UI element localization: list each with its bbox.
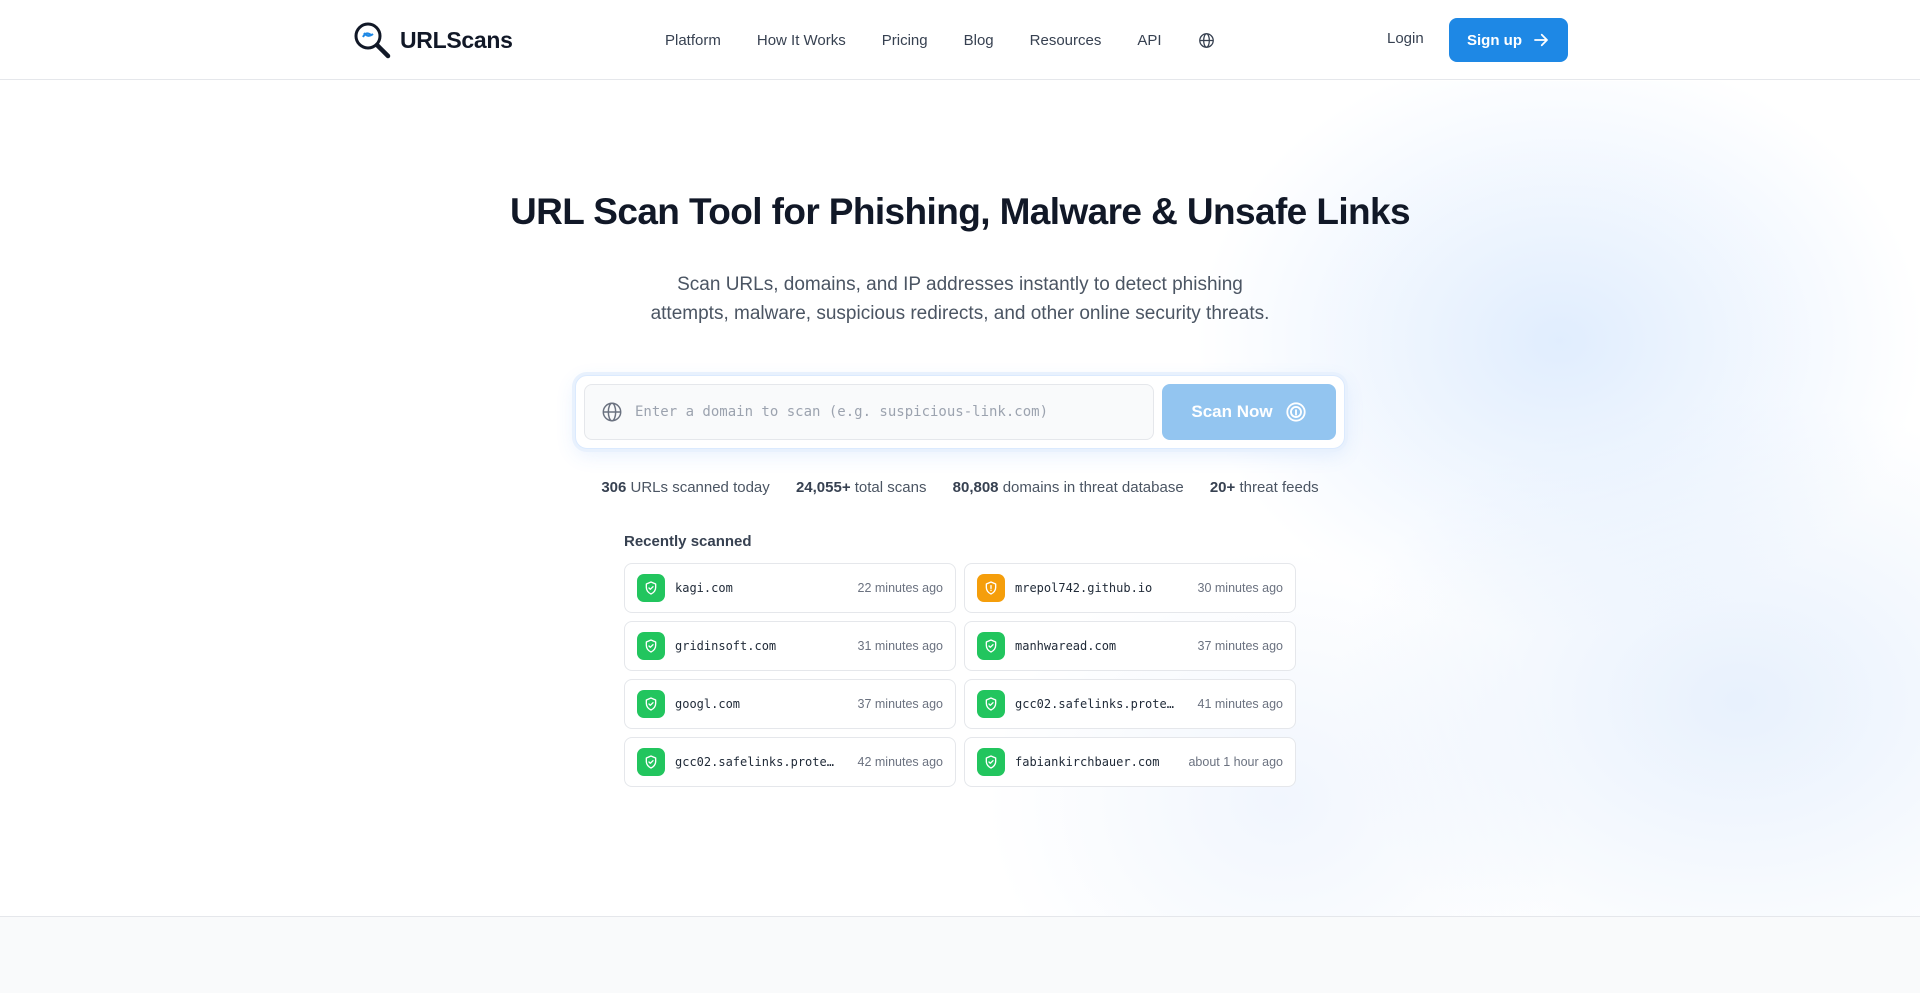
recent-scan-item[interactable]: gcc02.safelinks.protection.outlook.com 41… (964, 679, 1296, 729)
hero-section: URL Scan Tool for Phishing, Malware & Un… (0, 81, 1920, 916)
stat-threat-feeds: 20+ threat feeds (1209, 479, 1319, 496)
subtitle-line-2: attempts, malware, suspicious redirects,… (650, 303, 1270, 324)
signup-button[interactable]: Sign up (1449, 18, 1568, 62)
recent-scan-item[interactable]: googl.com 37 minutes ago (624, 679, 956, 729)
scan-time: 31 minutes ago (857, 639, 943, 653)
recent-scan-item[interactable]: manhwaread.com 37 minutes ago (964, 621, 1296, 671)
safe-shield-icon (637, 574, 665, 602)
stat-scanned-today: 306 URLs scanned today (601, 479, 770, 496)
hero-subtitle: Scan URLs, domains, and IP addresses ins… (560, 270, 1360, 328)
scanned-domain: gcc02.safelinks.protection.outlook.com (675, 755, 840, 769)
safe-shield-icon (977, 690, 1005, 718)
scan-form: Scan Now (575, 375, 1345, 449)
stat-threat-database: 80,808 domains in threat database (952, 479, 1184, 496)
login-link[interactable]: Login (1387, 30, 1424, 47)
scan-time: 42 minutes ago (857, 755, 943, 769)
safe-shield-icon (977, 748, 1005, 776)
fingerprint-icon (1286, 402, 1306, 422)
scan-now-button[interactable]: Scan Now (1162, 384, 1336, 440)
scan-time: 22 minutes ago (857, 581, 943, 595)
recent-scan-item[interactable]: gcc02.safelinks.protection.outlook.com 42… (624, 737, 956, 787)
nav-api[interactable]: API (1137, 32, 1161, 49)
scan-time: 41 minutes ago (1197, 697, 1283, 711)
language-globe-icon[interactable] (1198, 32, 1215, 49)
domain-search-input[interactable] (635, 404, 1135, 420)
safe-shield-icon (637, 690, 665, 718)
globe-icon (602, 402, 622, 422)
safe-shield-icon (977, 632, 1005, 660)
warning-shield-icon (977, 574, 1005, 602)
scan-input-wrapper[interactable] (584, 384, 1154, 440)
next-section-band (0, 916, 1920, 993)
scanned-domain: manhwaread.com (1015, 639, 1117, 653)
nav-blog[interactable]: Blog (964, 32, 994, 49)
scanned-domain: gcc02.safelinks.protection.outlook.com (1015, 697, 1180, 711)
recent-scan-item[interactable]: fabiankirchbauer.com about 1 hour ago (964, 737, 1296, 787)
nav-how-it-works[interactable]: How It Works (757, 32, 846, 49)
scanned-domain: gridinsoft.com (675, 639, 777, 653)
safe-shield-icon (637, 632, 665, 660)
scanned-domain: mrepol742.github.io (1015, 581, 1153, 595)
nav-resources[interactable]: Resources (1030, 32, 1102, 49)
main-nav: Platform How It Works Pricing Blog Resou… (665, 0, 1215, 80)
scan-time: about 1 hour ago (1188, 755, 1283, 769)
scan-time: 30 minutes ago (1197, 581, 1283, 595)
brand-name: URLScans (400, 26, 513, 53)
scan-time: 37 minutes ago (1197, 639, 1283, 653)
scanned-domain: kagi.com (675, 581, 733, 595)
scanned-domain: googl.com (675, 697, 741, 711)
signup-label: Sign up (1467, 31, 1522, 49)
recent-scan-item[interactable]: gridinsoft.com 31 minutes ago (624, 621, 956, 671)
scan-time: 37 minutes ago (857, 697, 943, 711)
page-title: URL Scan Tool for Phishing, Malware & Un… (510, 191, 1411, 232)
scanned-domain: fabiankirchbauer.com (1015, 755, 1160, 769)
nav-platform[interactable]: Platform (665, 32, 721, 49)
scan-now-label: Scan Now (1191, 402, 1273, 421)
recently-scanned-heading: Recently scanned (624, 533, 752, 550)
arrow-right-icon (1534, 33, 1548, 47)
top-navbar: URLScans Platform How It Works Pricing B… (0, 0, 1920, 80)
stat-total-scans: 24,055+ total scans (795, 479, 927, 496)
magnifier-logo-icon (354, 22, 391, 59)
recent-scan-item[interactable]: mrepol742.github.io 30 minutes ago (964, 563, 1296, 613)
stats-bar: 306 URLs scanned today 24,055+ total sca… (0, 479, 1920, 496)
subtitle-line-1: Scan URLs, domains, and IP addresses ins… (677, 274, 1243, 295)
logo[interactable]: URLScans (352, 20, 513, 60)
recent-scan-item[interactable]: kagi.com 22 minutes ago (624, 563, 956, 613)
safe-shield-icon (637, 748, 665, 776)
nav-pricing[interactable]: Pricing (882, 32, 928, 49)
